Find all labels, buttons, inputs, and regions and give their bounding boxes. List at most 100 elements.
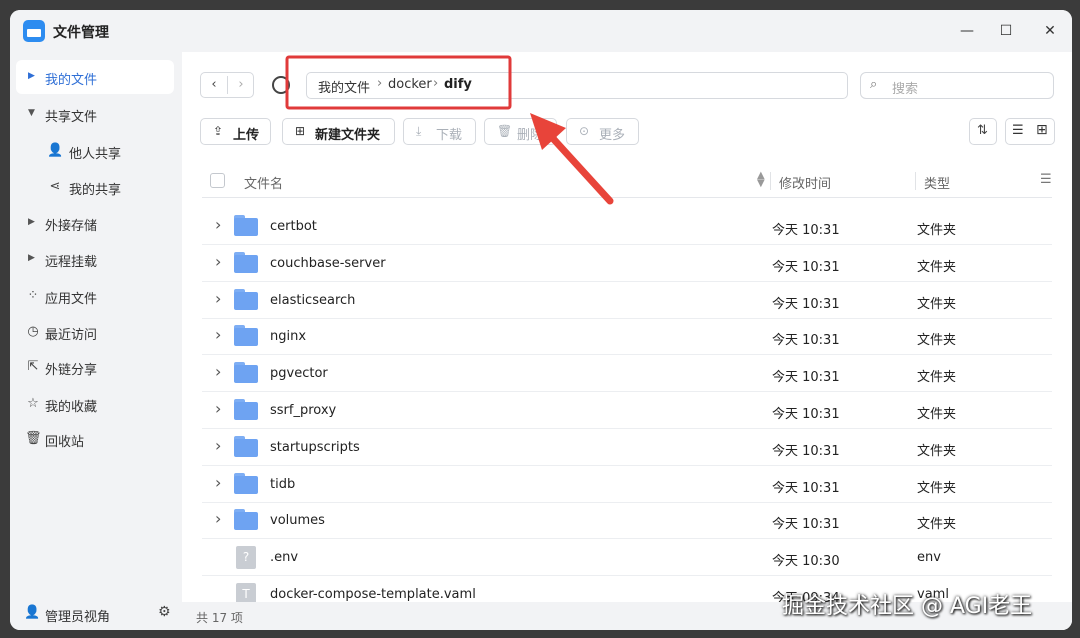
sidebar-item-app-files[interactable]: ⁘ 应用文件 [16,279,174,313]
file-name: elasticsearch [270,292,356,308]
breadcrumb[interactable]: 我的文件 › docker › dify [306,72,848,99]
column-header-modified[interactable]: 修改时间 [779,173,831,192]
expand-chevron-icon[interactable]: › [215,325,221,344]
watermark: 掘金技术社区 @ AGI老王 [782,594,1033,619]
star-icon: ☆ [27,396,39,411]
sort-button[interactable]: ⇅ [969,118,997,145]
admin-view-switch[interactable]: 👤 管理员视角 ⚙ [16,600,174,628]
file-type: env [917,550,941,566]
new-folder-button[interactable]: ⊞ 新建文件夹 [282,118,395,145]
sidebar-item-remote-mount[interactable]: ▶ 远程挂载 [16,242,174,276]
folder-icon [234,435,258,457]
new-folder-icon: ⊞ [295,124,306,138]
upload-button[interactable]: ⇪ 上传 [200,118,271,145]
sidebar-item-my-shares[interactable]: ⋖ 我的共享 [16,170,174,204]
modified-time: 今天 10:31 [772,370,840,386]
file-name: tidb [270,476,296,492]
table-row[interactable]: › pgvector 今天 10:31 文件夹 [202,355,1052,393]
modified-time: 今天 10:31 [772,443,840,459]
file-name: startupscripts [270,439,360,455]
sidebar-item-label: 外接存储 [45,219,98,234]
modified-time: 今天 10:31 [772,480,840,496]
caret-down-icon: ▼ [28,108,35,118]
modified-time: 今天 10:31 [772,517,840,533]
external-link-icon: ⇱ [27,359,39,374]
table-row[interactable]: › ssrf_proxy 今天 10:31 文件夹 [202,392,1052,429]
sidebar: ▶ 我的文件 ▼ 共享文件 👤 他人共享 ⋖ 我的共享 ▶ 外接存储 ▶ 远程挂… [10,52,182,630]
expand-chevron-icon[interactable]: › [215,509,221,528]
sidebar-item-shared-with-me[interactable]: 👤 他人共享 [16,134,174,168]
select-all-checkbox[interactable] [210,173,225,188]
more-button[interactable]: ⊙ 更多 [566,118,639,145]
sidebar-item-external-storage[interactable]: ▶ 外接存储 [16,206,174,240]
breadcrumb-item[interactable]: docker [388,77,432,92]
title-bar: 文件管理 — ☐ ✕ [10,10,1072,52]
breadcrumb-current: dify [444,77,472,92]
table-row[interactable]: › startupscripts 今天 10:31 文件夹 [202,429,1052,466]
expand-chevron-icon[interactable]: › [215,252,221,271]
file-type: 文件夹 [917,223,957,238]
back-button[interactable]: ‹ [201,73,227,97]
caret-right-icon: ▶ [28,253,35,263]
modified-time: 今天 10:31 [772,223,840,238]
file-type: 文件夹 [917,333,957,349]
view-toggle: ☰ ⊞ [1005,118,1055,145]
sidebar-item-recycle-bin[interactable]: 🗑 回收站 [16,422,174,456]
table-row[interactable]: › elasticsearch 今天 10:31 文件夹 [202,282,1052,319]
download-label: 下载 [436,128,463,143]
modified-time: 今天 10:31 [772,407,840,422]
table-row[interactable]: › couchbase-server 今天 10:31 文件夹 [202,245,1052,282]
forward-button[interactable]: › [228,73,254,97]
file-type: 文件夹 [917,407,957,422]
list-view-icon[interactable]: ☰ [1012,123,1024,138]
gear-icon[interactable]: ⚙ [158,604,171,620]
expand-chevron-icon[interactable]: › [215,215,221,234]
table-row[interactable]: › tidb 今天 10:31 文件夹 [202,466,1052,503]
minimize-button[interactable]: — [958,22,976,40]
admin-view-label: 管理员视角 [45,610,111,625]
sidebar-item-favorites[interactable]: ☆ 我的收藏 [16,387,174,421]
download-icon: ⤓ [416,124,422,138]
breadcrumb-item[interactable]: 我的文件 [318,77,370,96]
file-manager-window: 文件管理 — ☐ ✕ ▶ 我的文件 ▼ 共享文件 👤 他人共享 ⋖ 我的共享 ▶… [10,10,1072,630]
modified-time: 今天 10:31 [772,333,840,349]
maximize-button[interactable]: ☐ [997,22,1015,40]
trash-icon: 🗑 [497,124,513,138]
sidebar-item-link-share[interactable]: ⇱ 外链分享 [16,350,174,384]
column-header-type[interactable]: 类型 [924,173,950,192]
expand-chevron-icon[interactable]: › [215,473,221,492]
user-icon: 👤 [47,143,64,158]
file-type: 文件夹 [917,517,957,533]
download-button[interactable]: ⤓ 下载 [403,118,476,145]
table-row[interactable]: › volumes 今天 10:31 文件夹 [202,502,1052,540]
table-row[interactable]: ? .env 今天 10:30 env [202,539,1052,577]
sidebar-item-label: 最近访问 [45,328,98,343]
column-divider[interactable] [915,172,916,190]
history-nav: ‹ › [200,72,254,98]
share-icon: ⋖ [49,179,61,194]
grid-view-icon[interactable]: ⊞ [1036,122,1048,138]
table-header: 文件名 ▲ ▼ 修改时间 类型 ☰ [202,164,1052,198]
apps-icon: ⁘ [27,288,39,303]
column-settings-icon[interactable]: ☰ [1040,172,1052,187]
sort-arrows-icon[interactable]: ▲ ▼ [757,171,765,189]
sidebar-item-shared-files[interactable]: ▼ 共享文件 [16,97,174,131]
expand-chevron-icon[interactable]: › [215,399,221,418]
table-row[interactable]: › nginx 今天 10:31 文件夹 [202,318,1052,356]
sidebar-item-my-files[interactable]: ▶ 我的文件 [16,60,174,94]
expand-chevron-icon[interactable]: › [215,289,221,308]
column-divider[interactable] [770,172,771,190]
table-row[interactable]: › certbot 今天 10:31 文件夹 [202,208,1052,245]
sidebar-item-recent[interactable]: ◷ 最近访问 [16,315,174,349]
search-input[interactable]: ⌕ 搜索 [860,72,1054,99]
folder-icon [234,362,258,384]
search-icon: ⌕ [870,77,878,92]
sidebar-item-label: 他人共享 [69,147,122,162]
delete-button[interactable]: 🗑 删除 [484,118,557,145]
refresh-icon[interactable] [272,76,290,94]
close-button[interactable]: ✕ [1041,22,1059,40]
modified-time: 今天 10:30 [772,554,840,570]
column-header-name[interactable]: 文件名 [244,173,283,192]
expand-chevron-icon[interactable]: › [215,436,221,455]
expand-chevron-icon[interactable]: › [215,362,221,381]
